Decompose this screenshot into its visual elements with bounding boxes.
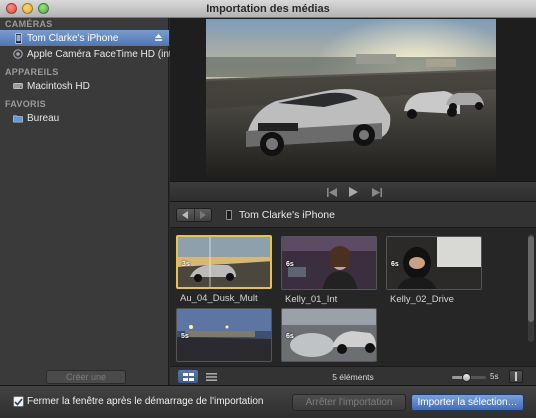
skip-forward-icon: [372, 187, 382, 197]
video-preview-image[interactable]: [206, 19, 496, 181]
section-header-cameras: CAMÉRAS: [5, 19, 53, 29]
clip-duration: 6s: [286, 333, 294, 340]
video-viewer: [170, 18, 536, 181]
zoom-slider[interactable]: [452, 373, 486, 382]
section-header-favorites: FAVORIS: [5, 99, 46, 109]
hard-drive-icon: [13, 80, 23, 92]
transport-controls: [170, 181, 536, 202]
chevron-left-icon: [182, 211, 189, 219]
checkmark-icon: [14, 397, 23, 406]
clip-item[interactable]: 6s: [281, 308, 381, 364]
clip-item[interactable]: 5s: [176, 308, 276, 364]
close-window-label[interactable]: Fermer la fenêtre après le démarrage de …: [27, 396, 263, 407]
play-icon: [348, 187, 358, 197]
sidebar-item-facetime-camera[interactable]: Apple Caméra FaceTime HD (intégrée): [0, 46, 201, 62]
stop-import-button[interactable]: Arrêter l'importation: [292, 394, 406, 411]
device-name: Tom Clarke's iPhone: [239, 209, 335, 221]
clip-thumbnail: 6s: [386, 236, 482, 290]
iphone-icon: [226, 210, 232, 220]
import-selection-button[interactable]: Importer la sélection…: [411, 394, 524, 411]
sidebar-item-desktop[interactable]: Bureau: [0, 110, 169, 126]
navigation-buttons: [176, 208, 212, 222]
scrollbar-knob[interactable]: [528, 236, 534, 322]
title-bar: Importation des médias: [0, 0, 536, 18]
webcam-icon: [13, 48, 23, 60]
skip-forward-button[interactable]: [367, 185, 387, 199]
zoom-slider-knob[interactable]: [462, 373, 471, 382]
play-button[interactable]: [343, 185, 363, 199]
clip-item[interactable]: 6s Kelly_01_Int: [281, 236, 381, 308]
clip-thumbnail: 3s: [176, 235, 272, 289]
clip-name: Kelly_01_Int: [285, 294, 338, 305]
clip-height-button[interactable]: [509, 370, 523, 383]
clip-browser: 3s Au_04_Dusk_Mult 6s Kelly_01_Int 6s Ke…: [170, 228, 536, 366]
eject-icon[interactable]: [154, 33, 163, 42]
close-window-checkbox[interactable]: [13, 396, 24, 407]
chevron-right-icon: [199, 211, 206, 219]
create-archive-button[interactable]: Créer une archive…: [46, 370, 126, 394]
browser-scrollbar[interactable]: [528, 234, 534, 342]
skip-back-icon: [327, 187, 337, 197]
desktop-folder-icon: [13, 112, 23, 124]
sidebar: CAMÉRAS Tom Clarke's iPhone Apple Caméra…: [0, 18, 201, 394]
sidebar-item-iphone[interactable]: Tom Clarke's iPhone: [0, 30, 169, 46]
clip-thumbnail: 6s: [281, 308, 377, 362]
sidebar-item-label: Bureau: [27, 112, 60, 124]
clip-height-icon: [515, 372, 517, 381]
browser-footer: 5 éléments 5s: [170, 366, 536, 385]
back-button[interactable]: [177, 209, 194, 221]
sidebar-item-label: Macintosh HD: [27, 80, 90, 92]
clip-duration: 3s: [182, 261, 190, 268]
clip-duration: 6s: [391, 261, 399, 268]
browser-header: Tom Clarke's iPhone: [170, 202, 536, 228]
forward-button[interactable]: [193, 209, 212, 221]
current-device: Tom Clarke's iPhone: [226, 209, 335, 221]
sidebar-item-label: Tom Clarke's iPhone: [27, 32, 119, 44]
sidebar-item-macintosh-hd[interactable]: Macintosh HD: [0, 78, 169, 94]
clip-duration: 6s: [286, 261, 294, 268]
bottom-bar: Fermer la fenêtre après le démarrage de …: [0, 385, 536, 418]
clip-item[interactable]: 6s Kelly_02_Drive: [386, 236, 486, 308]
zoom-value: 5s: [490, 372, 499, 381]
clip-duration: 5s: [181, 333, 189, 340]
clip-name: Kelly_02_Drive: [390, 294, 454, 305]
window-title: Importation des médias: [206, 3, 330, 15]
clip-thumbnail: 6s: [281, 236, 377, 290]
clip-item[interactable]: 3s Au_04_Dusk_Mult: [176, 235, 276, 307]
iphone-icon: [13, 32, 23, 44]
clip-name: Au_04_Dusk_Mult: [180, 293, 258, 304]
skip-back-button[interactable]: [322, 185, 342, 199]
clip-thumbnail: 5s: [176, 308, 272, 362]
section-header-devices: APPAREILS: [5, 67, 59, 77]
